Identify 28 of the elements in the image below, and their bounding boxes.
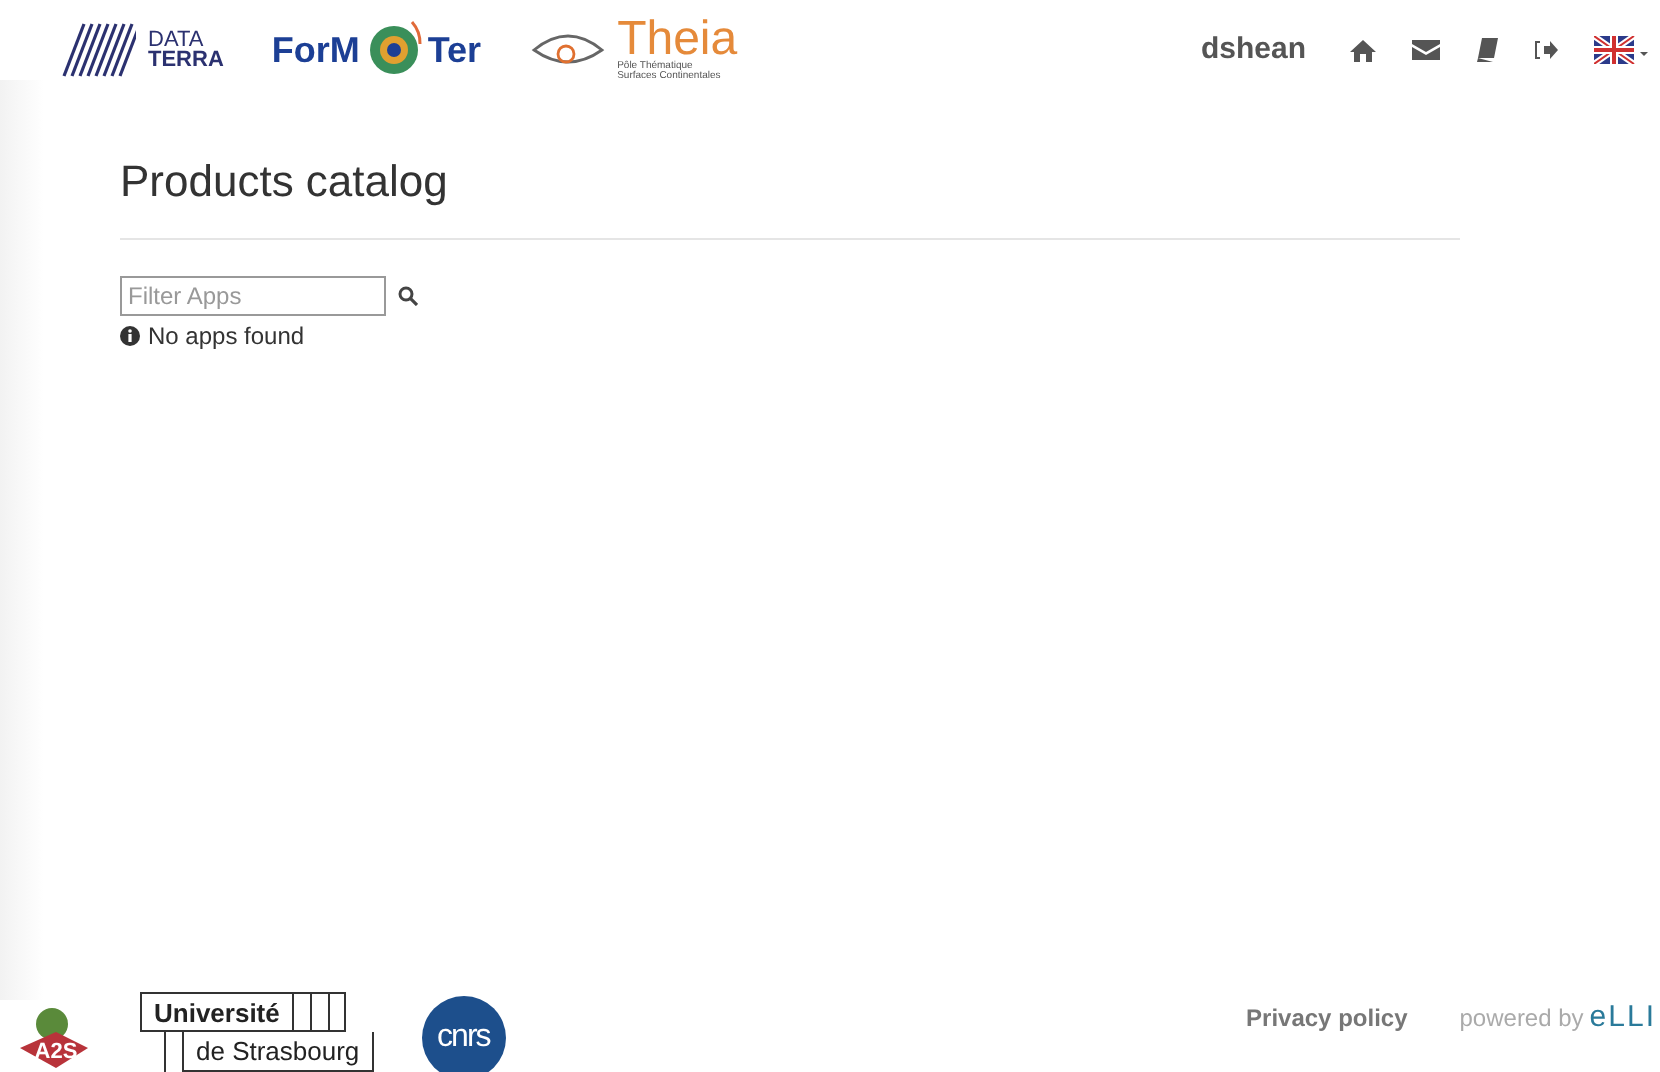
logo-text: TERRA [148, 50, 224, 70]
filter-field[interactable]: Filter Apps [120, 276, 386, 316]
logo-link[interactable]: ForM Ter [271, 16, 482, 84]
logo-text: Theia [617, 18, 738, 62]
user-link[interactable]: dshean [1200, 27, 1306, 73]
privacy-link[interactable]: Privacy policy [1246, 999, 1408, 1036]
bars-drawing [164, 1032, 184, 1072]
page-title: Products catalog [120, 148, 1460, 240]
logo-text: Ter [427, 27, 482, 73]
logo-text: cnrs [437, 1018, 490, 1058]
logo-link[interactable]: DATA TERRA [56, 20, 224, 80]
info-icon [120, 326, 140, 346]
mail-icon[interactable] [1412, 40, 1440, 60]
search-icon [398, 286, 418, 306]
logo-text: A2S [34, 1037, 78, 1067]
logo-text: de Strasbourg [184, 1032, 374, 1072]
home-icon[interactable] [1350, 39, 1376, 61]
status-message: No apps found [148, 320, 305, 354]
powered-text: powered by [1459, 1001, 1584, 1035]
flag-icon[interactable] [1594, 36, 1648, 64]
logout-icon[interactable] [1534, 40, 1558, 60]
logo-text: Université [140, 992, 294, 1032]
logo-text: DATA [148, 30, 204, 50]
logo-text: ForM [271, 27, 360, 73]
book-icon[interactable] [1476, 38, 1498, 62]
brand-logo: eLLI [1589, 997, 1656, 1037]
search-button[interactable] [398, 286, 418, 306]
bars-drawing [293, 992, 346, 1032]
